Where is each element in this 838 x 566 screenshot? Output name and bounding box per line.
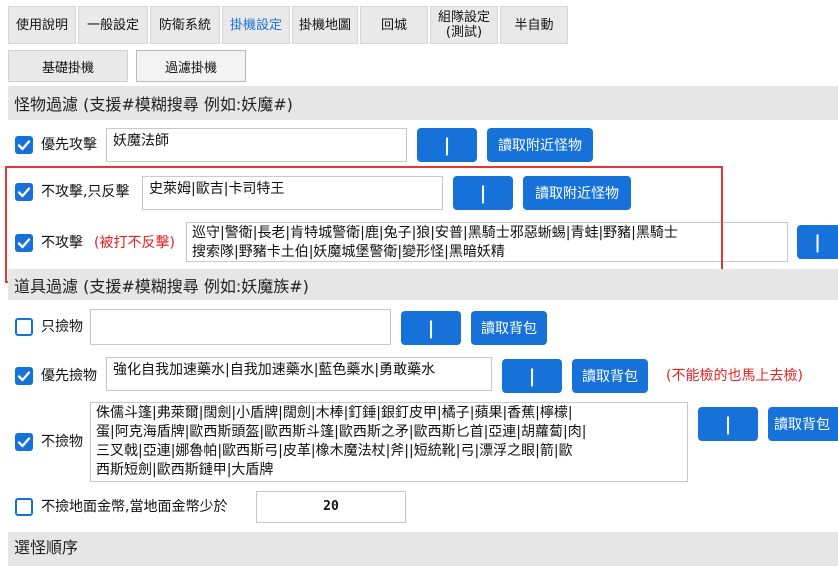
gold-threshold-input[interactable]: 20 [256, 491, 406, 523]
gold-pick-checkbox[interactable] [15, 498, 33, 516]
no-pick-input[interactable]: 侏儒斗篷|弗萊爾|闊劍|小盾牌|闊劍|木棒|釘錘|銀釘皮甲|橘子|蘋果|香蕉|檸… [90, 402, 688, 482]
no-pick-checkbox[interactable] [15, 433, 33, 451]
monster-order-header: 選怪順序 [8, 532, 838, 566]
highlight-box [5, 166, 723, 283]
tab-idle-map[interactable]: 掛機地圖 [292, 6, 358, 44]
monster-filter-header: 怪物過濾 (支援#模糊搜尋 例如:妖魔#) [8, 86, 838, 120]
no-pick-read-bag-button[interactable]: 讀取背包 [768, 407, 838, 441]
only-pick-input[interactable] [90, 309, 391, 345]
only-pick-checkbox[interactable] [15, 318, 33, 336]
no-pick-label: 不撿物 [41, 434, 83, 450]
no-pick-input-line: 西斯短劍|歐西斯鏈甲|大盾牌 [96, 462, 274, 478]
only-pick-label: 只撿物 [41, 319, 83, 335]
priority-attack-separator-button[interactable]: | [417, 128, 477, 162]
tab-semi-auto[interactable]: 半自動 [500, 6, 568, 44]
priority-pick-separator-button[interactable]: | [502, 359, 562, 393]
only-pick-separator-button[interactable]: | [401, 311, 461, 345]
tab-defense[interactable]: 防衛系統 [150, 6, 220, 44]
only-pick-read-bag-button[interactable]: 讀取背包 [471, 311, 547, 345]
priority-pick-input[interactable]: 強化自我加速藥水|自我加速藥水|藍色藥水|勇敢藥水 [106, 357, 492, 391]
tab-bar: 使用說明 一般設定 防衛系統 掛機設定 掛機地圖 回城 組隊設定 (測試) 半自… [0, 0, 838, 48]
no-attack-separator-button[interactable]: | [797, 225, 838, 259]
tab-usage[interactable]: 使用說明 [8, 6, 76, 44]
priority-attack-label: 優先攻擊 [41, 137, 97, 153]
priority-pick-note: (不能檢的也馬上去檢) [666, 368, 803, 384]
tab-general[interactable]: 一般設定 [78, 6, 148, 44]
priority-pick-label: 優先撿物 [41, 368, 97, 384]
item-filter-header: 道具過濾 (支援#模糊搜尋 例如:妖魔族#) [8, 269, 838, 300]
priority-attack-input[interactable]: 妖魔法師 [106, 128, 407, 162]
priority-attack-checkbox[interactable] [15, 136, 33, 154]
check-icon [17, 371, 31, 382]
tab-idle-settings[interactable]: 掛機設定 [222, 6, 290, 44]
priority-attack-read-nearby-button[interactable]: 讀取附近怪物 [487, 128, 593, 162]
no-pick-separator-button[interactable]: | [698, 407, 758, 441]
check-icon [17, 437, 31, 448]
no-pick-input-line: 三叉戟|亞連|娜魯帕|歐西斯弓|皮革|橡木魔法杖|斧||短統靴|弓|漂浮之眼|箭… [96, 443, 573, 459]
subtab-filter-idle[interactable]: 過濾掛機 [136, 50, 246, 82]
tab-party-settings[interactable]: 組隊設定 (測試) [430, 6, 498, 44]
gold-pick-label: 不撿地面金幣,當地面金幣少於 [41, 499, 228, 515]
subtab-basic-idle[interactable]: 基礎掛機 [8, 50, 128, 82]
check-icon [17, 140, 31, 151]
no-pick-input-line: 蛋|阿克海盾牌|歐西斯頭盔|歐西斯斗篷|歐西斯之矛|歐西斯匕首|亞連|胡蘿蔔|肉… [96, 424, 587, 440]
tab-return-town[interactable]: 回城 [360, 6, 428, 44]
priority-pick-read-bag-button[interactable]: 讀取背包 [572, 359, 648, 393]
no-pick-input-line: 侏儒斗篷|弗萊爾|闊劍|小盾牌|闊劍|木棒|釘錘|銀釘皮甲|橘子|蘋果|香蕉|檸… [96, 405, 573, 421]
priority-pick-checkbox[interactable] [15, 367, 33, 385]
